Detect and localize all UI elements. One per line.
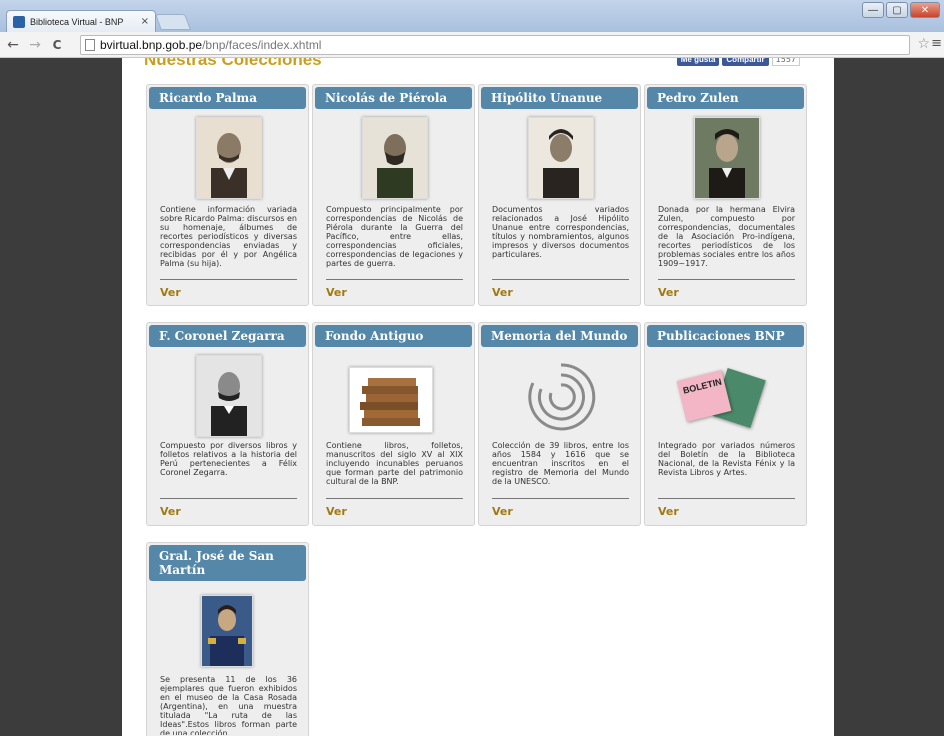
card-description: Donada por la hermana Elvira Zulen, comp…	[658, 205, 795, 268]
card-divider	[492, 279, 629, 280]
window-controls: — ▢ ✕	[862, 2, 940, 18]
card-ver-link[interactable]: Ver	[160, 505, 181, 518]
memory-of-world-logo-icon[interactable]	[521, 357, 601, 437]
reload-icon[interactable]: C	[48, 38, 66, 52]
collection-card-pedro-zulen: Pedro Zulen Donada por la hermana Elvira…	[644, 84, 807, 306]
portrait-hipolito-unanue-icon[interactable]	[528, 117, 594, 199]
share-button[interactable]: Compartir	[722, 58, 769, 66]
card-ver-link[interactable]: Ver	[160, 286, 181, 299]
card-ver-link[interactable]: Ver	[326, 286, 347, 299]
maximize-button[interactable]: ▢	[886, 2, 908, 18]
favicon-icon	[13, 15, 25, 28]
page-icon	[85, 39, 95, 51]
card-title[interactable]: Nicolás de Piérola	[315, 87, 472, 109]
card-divider	[160, 498, 297, 499]
browser-toolbar: ← → C bvirtual.bnp.gob.pe /bnp/faces/ind…	[0, 32, 944, 58]
card-title[interactable]: Pedro Zulen	[647, 87, 804, 109]
card-title[interactable]: Memoria del Mundo	[481, 325, 638, 347]
card-ver-link[interactable]: Ver	[326, 505, 347, 518]
card-ver-link[interactable]: Ver	[492, 505, 513, 518]
like-button[interactable]: Me gusta	[676, 58, 720, 66]
card-title[interactable]: F. Coronel Zegarra	[149, 325, 306, 347]
bookmark-star-icon[interactable]: ☆	[917, 36, 930, 52]
card-description: Colección de 39 libros, entre los años 1…	[492, 441, 629, 486]
minimize-button[interactable]: —	[862, 2, 884, 18]
card-divider	[326, 279, 463, 280]
browser-titlebar: Biblioteca Virtual - BNP × — ▢ ✕	[0, 0, 944, 32]
collection-card-publicaciones-bnp: Publicaciones BNP BOLETIN Integrado por …	[644, 322, 807, 526]
portrait-ricardo-palma-icon[interactable]	[196, 117, 262, 199]
close-window-button[interactable]: ✕	[910, 2, 940, 18]
collection-card-hipolito-unanue: Hipólito Unanue Documentos variados rela…	[478, 84, 641, 306]
portrait-san-martin-icon[interactable]	[201, 595, 253, 667]
card-divider	[326, 498, 463, 499]
card-description: Contiene información variada sobre Ricar…	[160, 205, 297, 268]
social-buttons: Me gusta Compartir 1557	[676, 58, 800, 66]
collection-card-nicolas-de-pierola: Nicolás de Piérola Compuesto principalme…	[312, 84, 475, 306]
card-description: Se presenta 11 de los 36 ejemplares que …	[160, 675, 297, 735]
card-ver-link[interactable]: Ver	[492, 286, 513, 299]
card-divider	[492, 498, 629, 499]
portrait-coronel-zegarra-icon[interactable]	[196, 355, 262, 437]
browser-tab[interactable]: Biblioteca Virtual - BNP ×	[6, 10, 156, 32]
card-description: Compuesto principalmente por corresponde…	[326, 205, 463, 268]
book-stack-icon[interactable]	[349, 367, 433, 433]
card-description: Documentos variados relacionados a José …	[492, 205, 629, 259]
back-arrow-icon[interactable]: ←	[4, 37, 22, 53]
card-ver-link[interactable]: Ver	[658, 286, 679, 299]
portrait-nicolas-de-pierola-icon[interactable]	[362, 117, 428, 199]
card-description: Compuesto por diversos libros y folletos…	[160, 441, 297, 477]
collection-card-coronel-zegarra: F. Coronel Zegarra Compuesto por diverso…	[146, 322, 309, 526]
cover-label: BOLETIN	[681, 376, 723, 396]
card-title[interactable]: Gral. José de San Martín	[149, 545, 306, 581]
url-path: /bnp/faces/index.xhtml	[202, 38, 322, 52]
collection-card-memoria-del-mundo: Memoria del Mundo Colección de 39 libros…	[478, 322, 641, 526]
page-content: Nuestras Colecciones Me gusta Compartir …	[122, 58, 834, 736]
card-title[interactable]: Ricardo Palma	[149, 87, 306, 109]
tab-close-icon[interactable]: ×	[141, 16, 149, 27]
page-viewport: Nuestras Colecciones Me gusta Compartir …	[0, 58, 944, 736]
card-title[interactable]: Hipólito Unanue	[481, 87, 638, 109]
collection-card-san-martin: Gral. José de San Martín Se presenta 11 …	[146, 542, 309, 736]
tab-title: Biblioteca Virtual - BNP	[30, 16, 124, 27]
card-divider	[160, 279, 297, 280]
url-host: bvirtual.bnp.gob.pe	[100, 38, 203, 52]
card-title[interactable]: Publicaciones BNP	[647, 325, 804, 347]
card-divider	[658, 498, 795, 499]
card-description: Integrado por variados números del Bolet…	[658, 441, 795, 477]
publications-icon[interactable]: BOLETIN	[675, 367, 779, 433]
section-title: Nuestras Colecciones	[144, 58, 322, 69]
menu-icon[interactable]: ≡	[931, 36, 942, 51]
address-bar[interactable]: bvirtual.bnp.gob.pe /bnp/faces/index.xht…	[80, 35, 910, 55]
new-tab-button[interactable]	[155, 14, 191, 30]
forward-arrow-icon[interactable]: →	[26, 37, 44, 53]
collection-card-fondo-antiguo: Fondo Antiguo Contiene libros, folletos,…	[312, 322, 475, 526]
card-ver-link[interactable]: Ver	[658, 505, 679, 518]
card-title[interactable]: Fondo Antiguo	[315, 325, 472, 347]
card-description: Contiene libros, folletos, manuscritos d…	[326, 441, 463, 486]
like-count: 1557	[771, 58, 800, 66]
portrait-pedro-zulen-icon[interactable]	[694, 117, 760, 199]
collection-card-ricardo-palma: Ricardo Palma Contiene información varia…	[146, 84, 309, 306]
card-divider	[658, 279, 795, 280]
